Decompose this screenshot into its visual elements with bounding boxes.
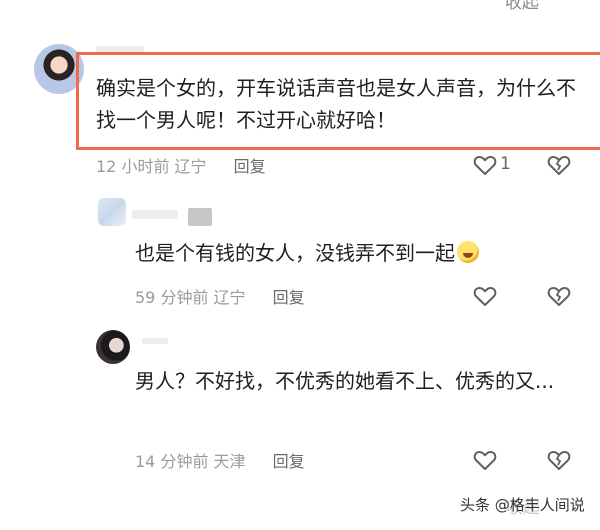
reply-button[interactable]: 回复 [273, 288, 305, 307]
comment-location: 天津 [213, 452, 246, 471]
comment-location: 辽宁 [174, 157, 207, 176]
heart-icon[interactable] [473, 449, 497, 471]
broken-heart-icon[interactable] [547, 449, 571, 471]
comment-location: 辽宁 [213, 288, 246, 307]
username-blurred [142, 338, 168, 344]
watermark: 头条 @格丰人间说 [460, 496, 585, 514]
reply-button[interactable]: 回复 [273, 452, 305, 471]
like-count: 1 [500, 154, 511, 174]
username-blurred [188, 208, 212, 226]
comment-text-content: 也是个有钱的女人，没钱弄不到一起 [135, 241, 455, 265]
comment-meta: 59 分钟前 辽宁 回复 [135, 284, 305, 308]
broken-heart-icon[interactable] [547, 285, 571, 307]
laughing-emoji-icon [457, 241, 479, 263]
heart-icon[interactable] [473, 154, 497, 176]
comment-time: 12 小时前 [96, 157, 170, 176]
collapse-top-button[interactable]: 收起 [505, 0, 539, 13]
comment-text: 确实是个女的，开车说话声音也是女人声音，为什么不找一个男人呢！不过开心就好哈！ [96, 76, 576, 132]
comment-time: 14 分钟前 [135, 452, 209, 471]
comment-time: 59 分钟前 [135, 288, 209, 307]
comment-text: 男人？不好找，不优秀的她看不上、优秀的又... [135, 369, 555, 393]
comment-meta: 14 分钟前 天津 回复 [135, 448, 305, 472]
comment-text: 也是个有钱的女人，没钱弄不到一起 [135, 237, 555, 269]
reply-button[interactable]: 回复 [234, 157, 266, 176]
broken-heart-icon[interactable] [547, 154, 571, 176]
heart-icon[interactable] [473, 285, 497, 307]
avatar[interactable] [96, 330, 130, 364]
avatar[interactable] [98, 198, 126, 226]
username-blurred [132, 210, 178, 219]
comment-meta: 12 小时前 辽宁 回复 [96, 153, 266, 177]
